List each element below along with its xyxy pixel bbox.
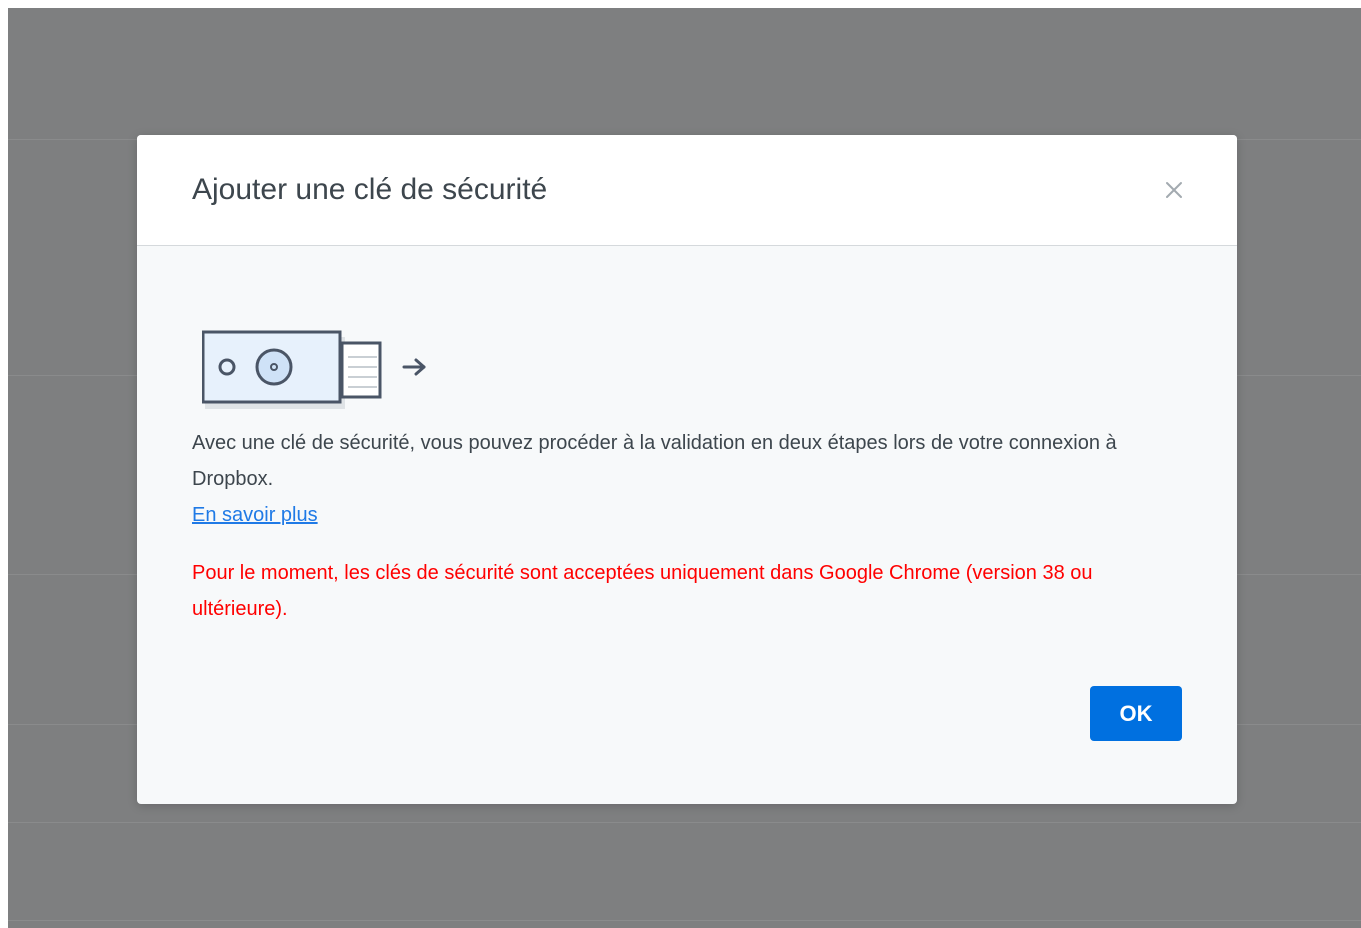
background-divider bbox=[8, 920, 1361, 921]
dialog-body: Avec une clé de sécurité, vous pouvez pr… bbox=[192, 245, 1182, 804]
learn-more-link[interactable]: En savoir plus bbox=[192, 497, 318, 533]
dialog-description: Avec une clé de sécurité, vous pouvez pr… bbox=[192, 432, 1117, 490]
browser-support-warning: Pour le moment, les clés de sécurité son… bbox=[192, 562, 1093, 620]
add-security-key-dialog: Ajouter une clé de sécurité Avec une clé… bbox=[137, 135, 1237, 804]
security-key-icon bbox=[202, 330, 426, 409]
close-button[interactable] bbox=[1157, 173, 1191, 207]
page: Ajouter une clé de sécurité Avec une clé… bbox=[0, 0, 1361, 928]
dialog-header: Ajouter une clé de sécurité bbox=[137, 135, 1237, 246]
ok-button[interactable]: OK bbox=[1090, 686, 1182, 741]
background-divider bbox=[8, 822, 1361, 823]
dialog-title: Ajouter une clé de sécurité bbox=[192, 173, 548, 206]
close-icon bbox=[1166, 182, 1182, 198]
